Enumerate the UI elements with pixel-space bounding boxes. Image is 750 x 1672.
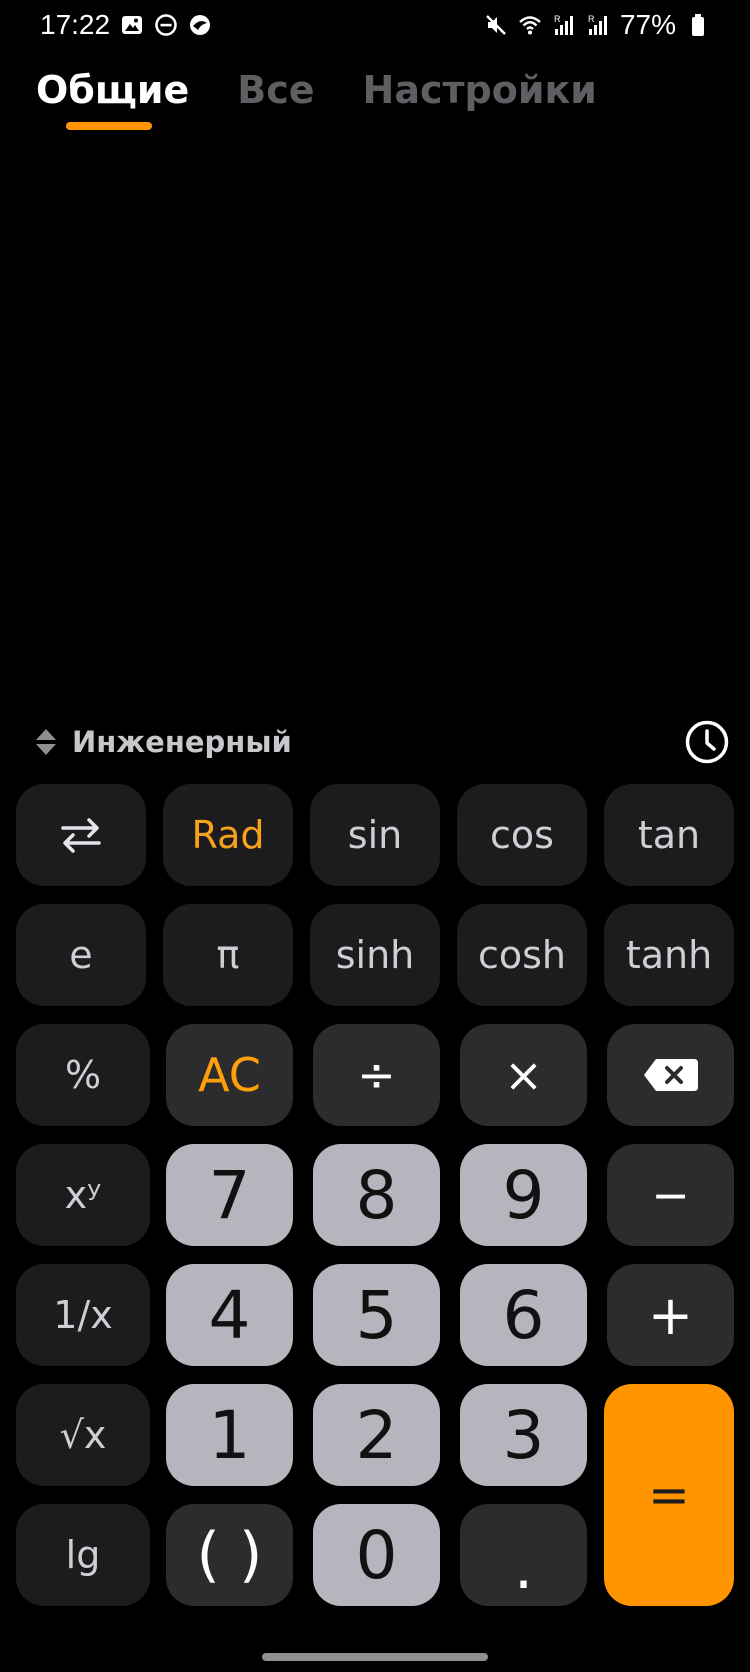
sort-arrows-icon [36,729,56,755]
swap-icon [61,818,101,853]
divide-label: ÷ [357,1048,396,1102]
battery-percent: 77% [619,9,676,40]
reciprocal-label: 1/x [53,1293,113,1337]
multiply-label: × [504,1048,543,1102]
tab-all-label: Все [237,68,315,112]
tab-active-indicator [66,122,152,130]
digit-6-label: 6 [502,1276,545,1354]
rad-button[interactable]: Rad [163,784,293,886]
rad-label: Rad [191,813,265,857]
mode-selector[interactable]: Инженерный [36,725,292,759]
signal-r-icon: R [586,13,610,37]
cosh-label: cosh [477,933,567,977]
decimal-point-button[interactable]: . [460,1504,587,1606]
digit-7-label: 7 [208,1156,251,1234]
digit-2-label: 2 [355,1396,398,1474]
home-indicator[interactable] [262,1653,488,1661]
tab-bar: Общие Все Настройки [36,68,597,138]
digit-1-label: 1 [208,1396,251,1474]
sinh-label: sinh [335,933,415,977]
digit-9-button[interactable]: 9 [460,1144,587,1246]
decimal-point-label: . [513,1533,534,1603]
tab-general[interactable]: Общие [36,68,190,130]
lg-button[interactable]: lg [16,1504,150,1606]
sqrt-button[interactable]: √x [16,1384,150,1486]
digit-8-label: 8 [355,1156,398,1234]
power-label: xʸ [64,1173,102,1217]
mode-row: Инженерный [36,720,730,764]
wifi-icon [518,13,542,37]
tan-label: tan [637,813,701,857]
digit-0-button[interactable]: 0 [313,1504,440,1606]
tab-settings[interactable]: Настройки [363,68,597,112]
battery-icon [686,13,710,37]
pi-label: π [216,933,240,977]
digit-6-button[interactable]: 6 [460,1264,587,1366]
power-button[interactable]: xʸ [16,1144,150,1246]
sin-label: sin [347,813,403,857]
cos-label: cos [490,813,554,857]
plus-label: + [647,1283,694,1347]
swap-functions-button[interactable] [16,784,146,886]
sinh-button[interactable]: sinh [310,904,440,1006]
tab-settings-label: Настройки [362,68,597,112]
percent-label: % [64,1053,102,1097]
digit-4-button[interactable]: 4 [166,1264,293,1366]
tan-button[interactable]: tan [604,784,734,886]
digit-0-label: 0 [355,1516,398,1594]
digit-1-button[interactable]: 1 [166,1384,293,1486]
status-right: R R 77% [484,9,710,41]
mode-label: Инженерный [72,725,292,759]
percent-button[interactable]: % [16,1024,150,1126]
lg-label: lg [65,1533,101,1577]
minus-label: − [651,1168,690,1222]
tab-all[interactable]: Все [237,68,314,112]
sqrt-label: √x [59,1413,107,1457]
signal-r-icon: R [552,13,576,37]
all-clear-label: AC [198,1048,261,1102]
parentheses-label: ( ) [196,1520,263,1590]
digit-9-label: 9 [502,1156,545,1234]
status-bar: 17:22 R R 77% [0,0,750,50]
all-clear-button[interactable]: AC [166,1024,293,1126]
digit-7-button[interactable]: 7 [166,1144,293,1246]
clock: 17:22 [40,9,111,40]
history-button[interactable] [684,719,730,765]
sin-button[interactable]: sin [310,784,440,886]
tab-general-label: Общие [36,68,190,112]
digit-3-label: 3 [502,1396,545,1474]
backspace-icon [643,1059,698,1091]
clock-icon [685,720,729,764]
digit-4-label: 4 [208,1276,251,1354]
digit-3-button[interactable]: 3 [460,1384,587,1486]
keypad: Rad sin cos tan e π sinh cosh tanh % AC … [0,0,750,1672]
e-button[interactable]: e [16,904,146,1006]
mute-icon [484,13,508,37]
digit-2-button[interactable]: 2 [313,1384,440,1486]
image-icon [120,13,144,37]
parentheses-button[interactable]: ( ) [166,1504,293,1606]
backspace-button[interactable] [607,1024,734,1126]
e-label: e [69,933,93,977]
plus-button[interactable]: + [607,1264,734,1366]
digit-5-button[interactable]: 5 [313,1264,440,1366]
cosh-button[interactable]: cosh [457,904,587,1006]
equals-button[interactable]: = [604,1384,734,1606]
do-not-disturb-icon [154,13,178,37]
svg-text:R: R [554,14,561,24]
tanh-label: tanh [625,933,713,977]
reciprocal-button[interactable]: 1/x [16,1264,150,1366]
minus-button[interactable]: − [607,1144,734,1246]
tanh-button[interactable]: tanh [604,904,734,1006]
digit-5-label: 5 [355,1276,398,1354]
divide-button[interactable]: ÷ [313,1024,440,1126]
app-notification-icon [188,13,212,37]
digit-8-button[interactable]: 8 [313,1144,440,1246]
cos-button[interactable]: cos [457,784,587,886]
status-left: 17:22 [40,9,212,41]
equals-label: = [648,1466,690,1524]
pi-button[interactable]: π [163,904,293,1006]
multiply-button[interactable]: × [460,1024,587,1126]
svg-text:R: R [588,14,595,24]
